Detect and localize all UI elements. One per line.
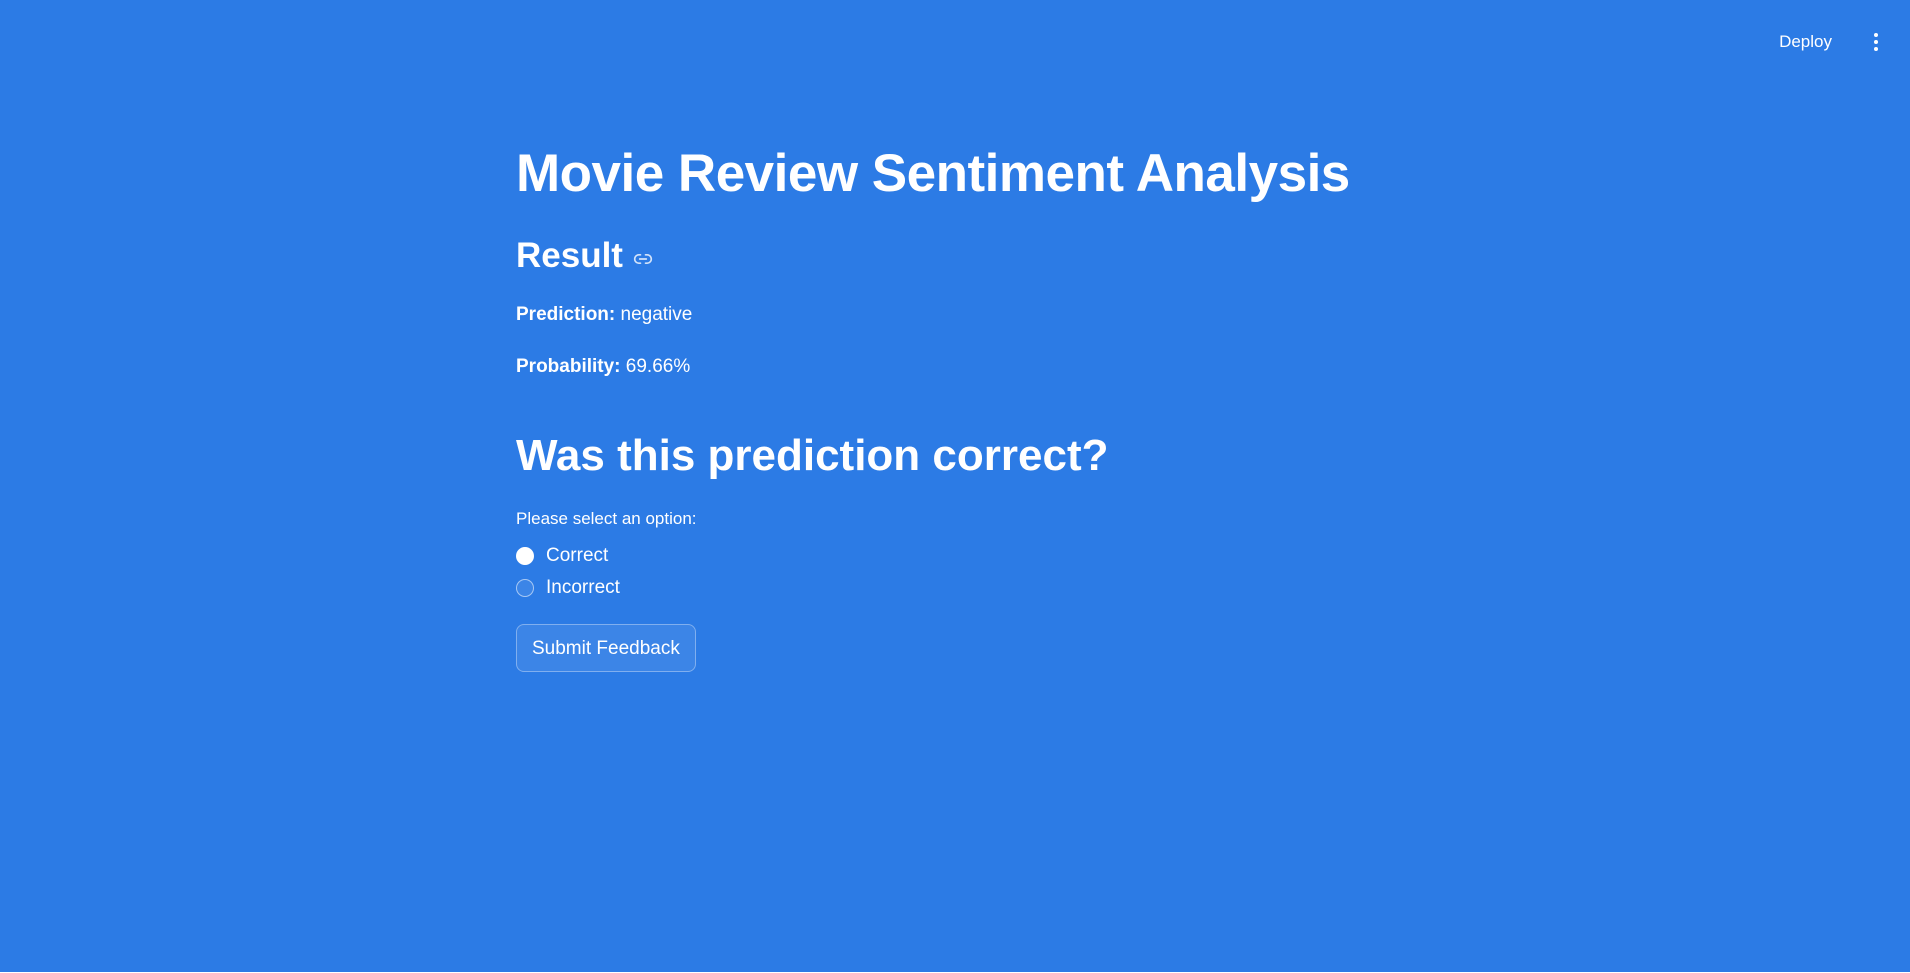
page-title: Movie Review Sentiment Analysis: [516, 144, 1350, 203]
radio-group-label: Please select an option:: [516, 509, 697, 528]
probability-value: 69.66%: [625, 356, 691, 377]
deploy-button[interactable]: Deploy: [1771, 28, 1840, 56]
radio-selected-icon[interactable]: [516, 547, 534, 565]
radio-option-correct[interactable]: Correct: [516, 540, 1416, 572]
radio-unselected-icon[interactable]: [516, 579, 534, 597]
feedback-radio-group: Correct Incorrect: [516, 540, 1416, 604]
prediction-label: Prediction:: [516, 304, 616, 325]
result-heading-row: Result: [516, 234, 1416, 278]
radio-option-incorrect[interactable]: Incorrect: [516, 572, 1416, 604]
main-content: Movie Review Sentiment Analysis Result P…: [516, 140, 1416, 672]
link-icon[interactable]: [633, 249, 653, 269]
app-header: Deploy: [0, 0, 1910, 80]
radio-option-label: Correct: [546, 545, 609, 566]
submit-feedback-button[interactable]: Submit Feedback: [516, 624, 696, 672]
menu-dot: [1874, 47, 1878, 51]
menu-dot: [1874, 33, 1878, 37]
probability-row: Probability: 69.66%: [516, 354, 1416, 380]
prediction-value: negative: [620, 304, 693, 325]
feedback-heading: Was this prediction correct?: [516, 431, 1109, 480]
vertical-dots-icon[interactable]: [1864, 28, 1888, 56]
radio-option-label: Incorrect: [546, 577, 620, 598]
menu-dot: [1874, 40, 1878, 44]
result-heading: Result: [516, 236, 623, 275]
probability-label: Probability:: [516, 356, 621, 377]
prediction-row: Prediction: negative: [516, 302, 1416, 328]
